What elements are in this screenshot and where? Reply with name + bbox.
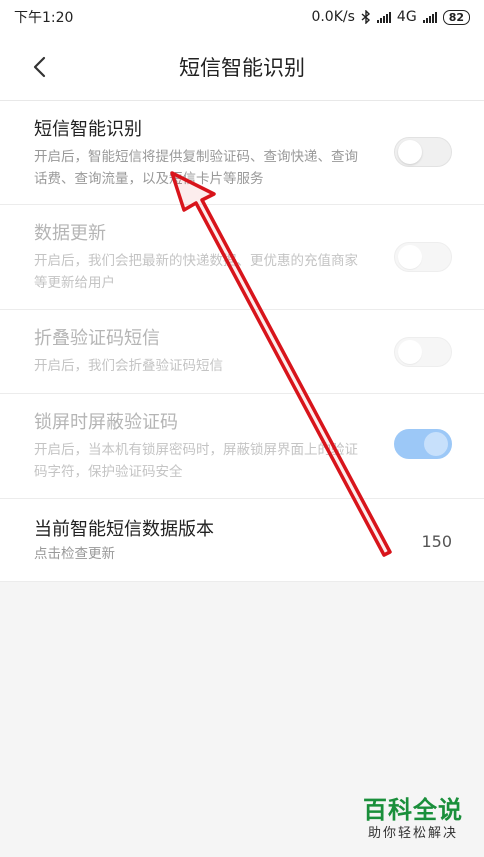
setting-description: 开启后，智能短信将提供复制验证码、查询快递、查询话费、查询流量，以及短信卡片等服… — [34, 149, 358, 187]
fold-code-toggle[interactable] — [394, 337, 452, 367]
setting-title: 折叠验证码短信 — [34, 328, 160, 349]
bluetooth-icon — [361, 10, 370, 24]
setting-title: 数据更新 — [34, 223, 106, 244]
chevron-left-icon — [33, 56, 46, 78]
header-bar: 短信智能识别 — [0, 34, 484, 101]
status-bar: 下午1:20 0.0K/s 4G 82 — [0, 0, 484, 34]
version-value: 150 — [421, 532, 452, 551]
page-title: 短信智能识别 — [179, 56, 305, 80]
watermark-subtitle: 助你轻松解决 — [367, 826, 458, 841]
status-time: 下午1:20 — [14, 10, 74, 26]
settings-list: 短信智能识别 开启后，智能短信将提供复制验证码、查询快递、查询话费、查询流量，以… — [0, 101, 484, 582]
signal-icon — [376, 11, 391, 23]
version-title: 当前智能短信数据版本 — [34, 519, 214, 540]
setting-data-update[interactable]: 数据更新 开启后，我们会把最新的快递数据、更优惠的充值商家等更新给用户 — [0, 205, 484, 310]
lockscreen-hide-toggle[interactable] — [394, 429, 452, 459]
setting-fold-code-sms[interactable]: 折叠验证码短信 开启后，我们会折叠验证码短信 — [0, 310, 484, 394]
setting-description: 开启后，当本机有锁屏密码时，屏蔽锁屏界面上的验证码字符，保护验证码安全 — [34, 442, 358, 480]
setting-description: 开启后，我们会把最新的快递数据、更优惠的充值商家等更新给用户 — [34, 253, 358, 291]
toggle-knob — [398, 140, 422, 164]
setting-title: 短信智能识别 — [34, 119, 142, 140]
setting-title: 锁屏时屏蔽验证码 — [34, 412, 178, 433]
data-update-toggle[interactable] — [394, 242, 452, 272]
toggle-knob — [398, 340, 422, 364]
back-button[interactable] — [26, 52, 54, 82]
watermark-logo: 百科全说 助你轻松解决 — [352, 796, 474, 848]
toggle-knob — [398, 245, 422, 269]
network-type: 4G — [396, 9, 417, 25]
network-speed: 0.0K/s — [311, 9, 355, 25]
battery-icon: 82 — [442, 9, 470, 25]
watermark-title: 百科全说 — [363, 796, 463, 824]
setting-description: 开启后，我们会折叠验证码短信 — [34, 358, 223, 374]
status-icons: 0.0K/s 4G 82 — [311, 9, 470, 25]
setting-lockscreen-hide-code[interactable]: 锁屏时屏蔽验证码 开启后，当本机有锁屏密码时，屏蔽锁屏界面上的验证码字符，保护验… — [0, 394, 484, 499]
setting-smart-recognition[interactable]: 短信智能识别 开启后，智能短信将提供复制验证码、查询快递、查询话费、查询流量，以… — [0, 101, 484, 205]
toggle-knob — [424, 432, 448, 456]
signal-icon-2 — [422, 11, 437, 23]
setting-data-version[interactable]: 当前智能短信数据版本 点击检查更新 150 — [0, 499, 484, 582]
smart-recognition-toggle[interactable] — [394, 137, 452, 167]
version-description: 点击检查更新 — [34, 546, 115, 562]
